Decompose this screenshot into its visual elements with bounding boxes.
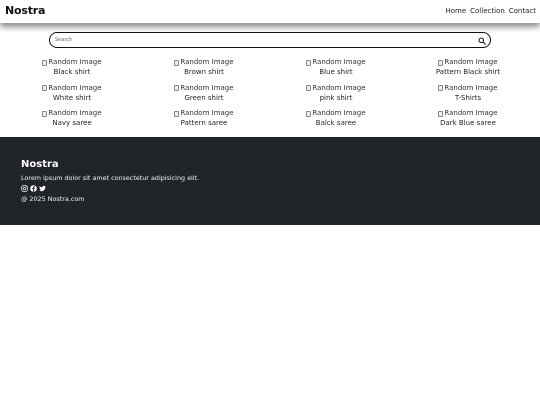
- product-image-alt: Random Image: [444, 109, 498, 117]
- product-card[interactable]: Random Image Green shirt: [138, 83, 270, 109]
- product-image[interactable]: Random Image: [42, 83, 102, 93]
- product-image-alt: Random Image: [48, 83, 102, 92]
- product-card[interactable]: Random Image pink shirt: [270, 83, 402, 109]
- nav-link-contact[interactable]: Contact: [509, 7, 536, 15]
- product-image[interactable]: Random Image: [438, 83, 498, 93]
- broken-image-icon: [306, 59, 312, 66]
- product-card[interactable]: Random Image Brown shirt: [138, 57, 270, 83]
- search-button[interactable]: [477, 36, 486, 45]
- product-title: Pattern Black shirt: [435, 68, 501, 76]
- product-image[interactable]: Random Image: [438, 109, 498, 118]
- product-title: Black shirt: [53, 68, 91, 76]
- footer: Nostra Lorem ipsum dolor sit amet consec…: [0, 137, 540, 225]
- product-title: Pattern saree: [180, 119, 228, 127]
- facebook-icon: [30, 185, 37, 192]
- broken-image-icon: [42, 110, 48, 117]
- product-image[interactable]: Random Image: [306, 58, 366, 67]
- product-title: Brown shirt: [184, 68, 224, 76]
- broken-image-icon: [42, 59, 48, 66]
- product-title: Navy saree: [52, 119, 92, 127]
- broken-image-icon: [174, 110, 180, 117]
- product-card[interactable]: Random Image Pattern saree: [138, 108, 270, 134]
- broken-image-icon: [174, 59, 180, 66]
- nav-links: Home Collection Contact: [445, 7, 536, 15]
- footer-brand: Nostra: [21, 159, 59, 170]
- product-title: Green shirt: [184, 93, 224, 102]
- product-title: Dark Blue saree: [440, 119, 496, 127]
- product-image-alt: Random Image: [312, 58, 366, 66]
- product-card[interactable]: Random Image Navy saree: [6, 108, 138, 134]
- navbar: Nostra Home Collection Contact: [0, 0, 540, 23]
- product-image[interactable]: Random Image: [174, 83, 234, 93]
- footer-description: Lorem ipsum dolor sit amet consectetur a…: [21, 174, 200, 182]
- broken-image-icon: [438, 85, 444, 91]
- search-icon: [478, 37, 486, 45]
- product-card[interactable]: Random Image Balck saree: [270, 108, 402, 134]
- product-title: pink shirt: [319, 93, 353, 102]
- product-card[interactable]: Random Image Dark Blue saree: [402, 108, 534, 134]
- product-card[interactable]: Random Image Blue shirt: [270, 57, 402, 83]
- product-image[interactable]: Random Image: [174, 58, 234, 67]
- product-grid: Random Image Black shirt Random Image Brown…: [6, 57, 534, 134]
- product-title: Blue shirt: [319, 68, 353, 76]
- product-image-alt: Random Image: [312, 109, 366, 117]
- nav-link-collection[interactable]: Collection: [470, 7, 505, 15]
- product-image[interactable]: Random Image: [42, 58, 102, 67]
- instagram-link[interactable]: [21, 185, 28, 192]
- broken-image-icon: [42, 85, 48, 91]
- twitter-link[interactable]: [39, 185, 46, 192]
- brand-logo[interactable]: Nostra: [5, 4, 45, 17]
- copyright-text: @ 2025 Nostra.com: [21, 195, 85, 203]
- product-image[interactable]: Random Image: [438, 58, 498, 67]
- facebook-link[interactable]: [30, 185, 37, 192]
- product-title: Balck saree: [315, 119, 357, 127]
- twitter-icon: [39, 185, 46, 192]
- product-image-alt: Random Image: [444, 58, 498, 66]
- product-image-alt: Random Image: [180, 83, 234, 92]
- product-image[interactable]: Random Image: [306, 83, 366, 93]
- product-card[interactable]: Random Image Pattern Black shirt: [402, 57, 534, 83]
- search-bar: [49, 32, 491, 48]
- search-input[interactable]: [55, 35, 465, 45]
- product-image[interactable]: Random Image: [42, 109, 102, 118]
- product-image-alt: Random Image: [180, 109, 234, 117]
- product-image-alt: Random Image: [444, 83, 498, 92]
- product-title: T-Shirts: [454, 93, 482, 102]
- nav-link-home[interactable]: Home: [445, 7, 466, 15]
- product-image-alt: Random Image: [312, 83, 366, 92]
- instagram-icon: [21, 185, 28, 192]
- broken-image-icon: [174, 85, 180, 91]
- product-image-alt: Random Image: [180, 58, 234, 66]
- product-card[interactable]: Random Image T-Shirts: [402, 83, 534, 109]
- social-links: [21, 185, 46, 192]
- product-image[interactable]: Random Image: [306, 109, 366, 118]
- product-title: White shirt: [52, 93, 92, 102]
- broken-image-icon: [306, 85, 312, 91]
- product-card[interactable]: Random Image Black shirt: [6, 57, 138, 83]
- broken-image-icon: [306, 110, 312, 117]
- product-card[interactable]: Random Image White shirt: [6, 83, 138, 109]
- broken-image-icon: [438, 59, 444, 66]
- product-image-alt: Random Image: [48, 109, 102, 117]
- broken-image-icon: [438, 110, 444, 117]
- product-image[interactable]: Random Image: [174, 109, 234, 118]
- product-image-alt: Random Image: [48, 58, 102, 66]
